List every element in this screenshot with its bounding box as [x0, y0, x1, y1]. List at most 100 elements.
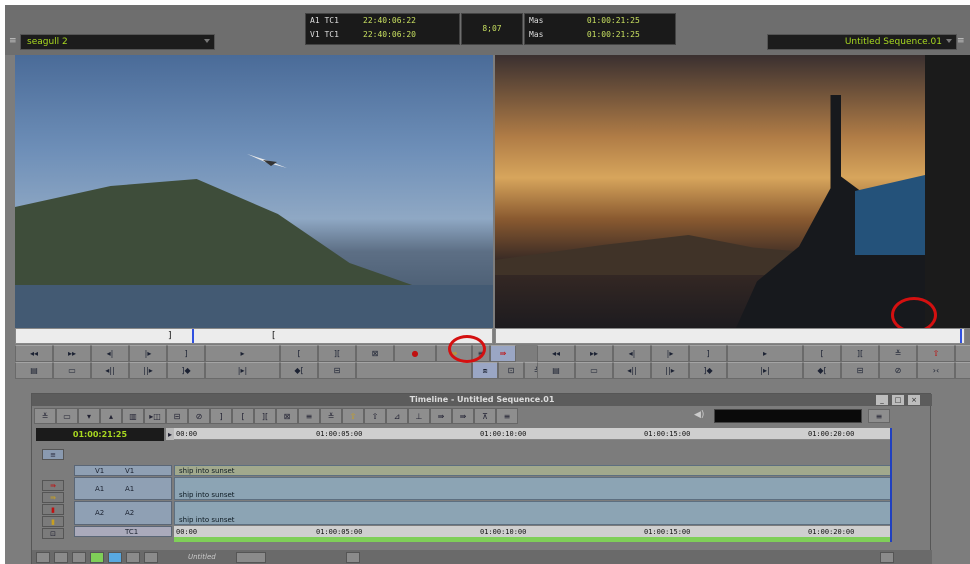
go-to-in-button[interactable]: ◆[: [803, 362, 841, 379]
maximize-button[interactable]: □: [892, 395, 904, 405]
splice-icon[interactable]: ⇛: [430, 408, 452, 424]
clear-icon[interactable]: ⊘: [188, 408, 210, 424]
chevron-down-icon[interactable]: ▾: [78, 408, 100, 424]
scroll-right-icon[interactable]: [879, 551, 894, 563]
add-edit-icon[interactable]: ⊿: [386, 408, 408, 424]
rewind-button[interactable]: ◂◂: [537, 345, 575, 362]
clip-info-button[interactable]: ▤: [537, 362, 575, 379]
copy-button[interactable]: ⎘: [955, 362, 970, 379]
source-monitor[interactable]: [15, 55, 493, 328]
mark-in-icon[interactable]: [: [232, 408, 254, 424]
settings-icon[interactable]: [54, 551, 68, 563]
effect-button[interactable]: ≚: [879, 345, 917, 362]
source-menu-icon[interactable]: ≡: [9, 36, 17, 46]
audio-button[interactable]: ▭: [53, 362, 91, 379]
lift-icon[interactable]: ⇧: [364, 408, 386, 424]
play-icon[interactable]: ▸: [166, 428, 174, 440]
trim-button[interactable]: ›‹: [917, 362, 955, 379]
trim-mode-button[interactable]: ⧈: [472, 362, 498, 379]
sync-icon[interactable]: ⊡: [42, 528, 64, 539]
top-icon[interactable]: ⊼: [474, 408, 496, 424]
lift-icon[interactable]: ≡: [298, 408, 320, 424]
mark-clip-button[interactable]: ][: [841, 345, 879, 362]
timeline-menu-icon[interactable]: ≡: [496, 408, 518, 424]
scroll-button[interactable]: [345, 551, 360, 563]
zoom-slider[interactable]: [235, 551, 266, 563]
play-loop-button[interactable]: |▸|: [205, 362, 280, 379]
step-forward-button[interactable]: |▸: [129, 345, 167, 362]
audio-icon[interactable]: ▭: [56, 408, 78, 424]
mark-out-button[interactable]: ]: [689, 345, 727, 362]
go-to-in-button[interactable]: ◆[: [280, 362, 318, 379]
fast-forward-button[interactable]: ▸▸: [575, 345, 613, 362]
track-head-tc[interactable]: TC1: [74, 526, 172, 537]
source-clip-name[interactable]: seagull 2: [20, 34, 215, 50]
mark-clip-icon[interactable]: ][: [254, 408, 276, 424]
mark-in-button[interactable]: [: [280, 345, 318, 362]
clear-marks-button[interactable]: ⊠: [356, 345, 394, 362]
clear-marks-icon[interactable]: ⊠: [276, 408, 298, 424]
segment-mode-button[interactable]: ⊡: [498, 362, 524, 379]
trim-icon[interactable]: ⊥: [408, 408, 430, 424]
duration-display[interactable]: 8;07: [461, 13, 523, 45]
settings-icon[interactable]: ≚: [34, 408, 56, 424]
track-head-a1[interactable]: A1 A1: [74, 477, 172, 500]
minimize-button[interactable]: _: [876, 395, 888, 405]
effect-icon[interactable]: ≚: [320, 408, 342, 424]
overwrite-icon[interactable]: ⇛: [42, 492, 64, 503]
step-back-button[interactable]: ◂|: [613, 345, 651, 362]
record-timecode-display[interactable]: Mas 01:00:21:25 Mas 01:00:21:25: [524, 13, 676, 45]
add-marker-button[interactable]: ●: [394, 345, 436, 362]
play-forward-button[interactable]: ||▸: [129, 362, 167, 379]
clip-v1[interactable]: ship into sunset: [174, 465, 892, 476]
record-sequence-name[interactable]: Untitled Sequence.01: [767, 34, 957, 50]
timeline-timecode[interactable]: 01:00:21:25: [36, 428, 164, 441]
audio-button[interactable]: ▭: [575, 362, 613, 379]
speaker-icon[interactable]: ◀): [694, 410, 704, 420]
monitor-icon[interactable]: ▥: [122, 408, 144, 424]
chevron-up-icon[interactable]: [144, 551, 158, 563]
clip-a2[interactable]: ship into sunset: [174, 501, 892, 525]
clip-info-button[interactable]: ▤: [15, 362, 53, 379]
extract-button[interactable]: ⇧: [955, 345, 970, 362]
lift-button[interactable]: ⇧: [917, 345, 955, 362]
extract-icon[interactable]: ▮: [42, 516, 64, 527]
clear-button[interactable]: ⊘: [879, 362, 917, 379]
step-back-button[interactable]: ◂|: [91, 345, 129, 362]
match-frame-button[interactable]: ⊟: [841, 362, 879, 379]
color-icon[interactable]: [72, 551, 86, 563]
clip-a1[interactable]: ship into sunset: [174, 477, 892, 500]
segment-icon[interactable]: ⊟: [166, 408, 188, 424]
timeline-ruler[interactable]: 00:00 01:00:05:00 01:00:10:00 01:00:15:0…: [174, 428, 892, 440]
menu-icon[interactable]: [36, 551, 50, 563]
play-reverse-button[interactable]: ◂||: [613, 362, 651, 379]
green-track-icon[interactable]: [90, 551, 104, 563]
step-forward-button[interactable]: |▸: [651, 345, 689, 362]
track-head-v1[interactable]: V1 V1: [74, 465, 172, 476]
position-indicator[interactable]: [890, 428, 892, 542]
splice-icon[interactable]: ⇛: [42, 480, 64, 491]
status-bin-label[interactable]: Untitled: [188, 553, 216, 561]
overwrite-icon[interactable]: ⇛: [452, 408, 474, 424]
blue-track-icon[interactable]: [108, 551, 122, 563]
position-indicator[interactable]: [192, 329, 194, 343]
track-head-a2[interactable]: A2 A2: [74, 501, 172, 525]
record-menu-icon[interactable]: ≡: [957, 36, 965, 46]
extract-icon[interactable]: ⇧: [342, 408, 364, 424]
go-to-out-button[interactable]: ]◆: [689, 362, 727, 379]
source-timecode-display[interactable]: A1 TC1 22:40:06:22 V1 TC1 22:40:06:20: [305, 13, 460, 45]
lift-icon[interactable]: ▮: [42, 504, 64, 515]
overwrite-button[interactable]: ⇛: [490, 345, 516, 362]
fast-forward-button[interactable]: ▸▸: [53, 345, 91, 362]
source-position-bar[interactable]: ] [: [15, 328, 493, 344]
rewind-button[interactable]: ◂◂: [15, 345, 53, 362]
mark-out-button[interactable]: ]: [167, 345, 205, 362]
play-forward-button[interactable]: ||▸: [651, 362, 689, 379]
record-monitor[interactable]: [495, 55, 925, 328]
position-indicator[interactable]: [960, 329, 962, 343]
timeline-options-icon[interactable]: ≡: [868, 409, 890, 423]
record-position-bar[interactable]: [495, 328, 965, 344]
close-button[interactable]: ×: [908, 395, 920, 405]
go-to-out-button[interactable]: ]◆: [167, 362, 205, 379]
play-button[interactable]: ▸: [727, 345, 803, 362]
